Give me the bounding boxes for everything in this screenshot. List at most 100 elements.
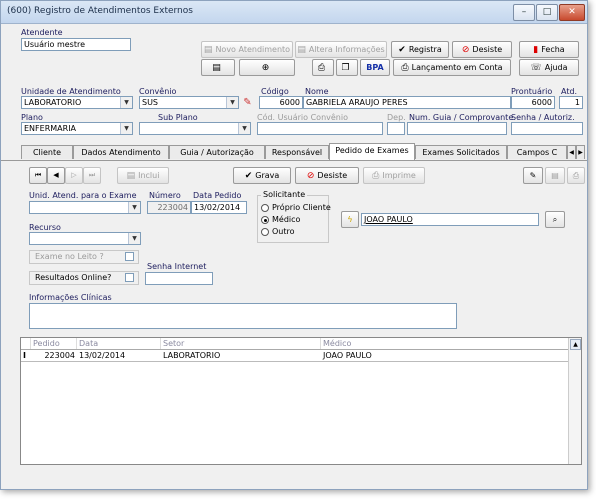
- flash-button[interactable]: ϟ: [341, 211, 359, 228]
- scroll-up-icon[interactable]: ▲: [570, 339, 581, 350]
- resultados-online-checkbox[interactable]: [125, 273, 134, 282]
- chevron-down-icon: ▼: [120, 123, 132, 134]
- plano-select[interactable]: ENFERMARIA ▼: [21, 122, 133, 135]
- tab-pedido-de-exames[interactable]: Pedido de Exames: [329, 143, 415, 160]
- nav-first-icon[interactable]: ⏮: [29, 167, 47, 184]
- radio-outro[interactable]: [261, 228, 269, 236]
- grava-button[interactable]: ✔ Grava: [233, 167, 291, 184]
- unidade-label: Unidade de Atendimento: [21, 87, 121, 96]
- codigo-field[interactable]: 6000: [259, 96, 303, 109]
- chevron-down-icon: ▼: [226, 97, 238, 108]
- tab-scroll-left-icon[interactable]: ◀: [567, 145, 576, 159]
- tab-cliente[interactable]: Cliente: [21, 145, 73, 159]
- doc-edit-icon: ▤: [297, 45, 306, 55]
- convenio-label: Convênio: [139, 87, 177, 96]
- printer-icon: ⎙: [401, 63, 409, 73]
- exame-no-leito-checkbox[interactable]: [125, 252, 134, 261]
- numero-field[interactable]: 223004: [147, 201, 191, 214]
- sign-button[interactable]: ✎: [523, 167, 543, 184]
- senha-internet-field[interactable]: [145, 272, 213, 285]
- grid-col-pedido[interactable]: Pedido: [31, 338, 77, 349]
- convenio-edit-icon[interactable]: ✎: [241, 96, 254, 109]
- check-icon: ✔: [244, 171, 253, 181]
- sub-plano-select[interactable]: ▼: [139, 122, 251, 135]
- doc-button[interactable]: ▤: [545, 167, 565, 184]
- imprime-button[interactable]: ⎙ Imprime: [363, 167, 425, 184]
- data-pedido-field[interactable]: 13/02/2014: [191, 201, 247, 214]
- atd-field[interactable]: 1: [559, 96, 583, 109]
- registra-button[interactable]: ✔ Registra: [391, 41, 449, 58]
- copy-button[interactable]: ❐: [336, 59, 358, 76]
- radio-medico[interactable]: [261, 216, 269, 224]
- solicitante-label: Solicitante: [261, 190, 308, 199]
- medico-field[interactable]: JOAO PAULO: [361, 213, 539, 226]
- grid-col-setor[interactable]: Setor: [161, 338, 321, 349]
- convenio-select[interactable]: SUS ▼: [139, 96, 239, 109]
- printer-icon: ⎙: [317, 63, 326, 73]
- printer-button[interactable]: ⎙: [567, 167, 585, 184]
- tab-responsavel[interactable]: Responsável: [265, 145, 329, 159]
- nav-last-icon[interactable]: ⏭: [83, 167, 101, 184]
- nome-field[interactable]: GABRIELA ARAUJO PERES: [303, 96, 511, 109]
- search-medico-button[interactable]: ⌕: [545, 211, 565, 228]
- tab-exames-solicitados[interactable]: Exames Solicitados: [415, 145, 507, 159]
- radio-proprio-cliente[interactable]: [261, 204, 269, 212]
- ajuda-button[interactable]: ☏ Ajuda: [519, 59, 579, 76]
- nav-next-icon[interactable]: ▷: [65, 167, 83, 184]
- print-button[interactable]: ⎙: [312, 59, 334, 76]
- cod-usuario-field[interactable]: [257, 122, 383, 135]
- informacoes-clinicas-field[interactable]: [29, 303, 457, 329]
- grid-col-data[interactable]: Data: [77, 338, 161, 349]
- desiste-button[interactable]: ⊘ Desiste: [452, 41, 512, 58]
- numero-label: Número: [149, 191, 181, 200]
- close-button[interactable]: ✕: [559, 4, 585, 21]
- minimize-button[interactable]: –: [513, 4, 535, 21]
- zoom-button[interactable]: ⊕: [239, 59, 295, 76]
- altera-informacoes-button[interactable]: ▤ Altera Informações: [295, 41, 387, 58]
- title-bar: (600) Registro de Atendimentos Externos …: [1, 1, 587, 24]
- grid-scrollbar[interactable]: ▲: [568, 338, 581, 464]
- tab-dados-atendimento[interactable]: Dados Atendimento: [73, 145, 169, 159]
- bpa-button[interactable]: BPA: [360, 59, 390, 76]
- copy-icon: ❐: [341, 63, 350, 73]
- pedido-desiste-button[interactable]: ⊘ Desiste: [295, 167, 359, 184]
- chevron-down-icon: ▼: [238, 123, 250, 134]
- pedidos-grid: Pedido Data Setor Médico I 223004 13/02/…: [20, 337, 582, 465]
- printer-icon: ⎙: [572, 171, 580, 180]
- atendente-field[interactable]: Usuário mestre: [21, 38, 131, 51]
- prontuario-field[interactable]: 6000: [511, 96, 555, 109]
- fecha-button[interactable]: ▮ Fecha: [519, 41, 579, 58]
- num-guia-field[interactable]: [407, 122, 507, 135]
- unidade-select[interactable]: LABORATORIO ▼: [21, 96, 133, 109]
- lancamento-em-conta-button[interactable]: ⎙ Lançamento em Conta: [393, 59, 511, 76]
- cell-medico: JOAO PAULO: [323, 351, 372, 360]
- senha-autoriz-field[interactable]: [511, 122, 583, 135]
- tab-campos-c[interactable]: Campos C: [507, 145, 567, 159]
- stop-icon: ⊘: [461, 45, 470, 55]
- flash-icon: ϟ: [347, 215, 353, 224]
- dep-field[interactable]: [387, 122, 405, 135]
- tab-guia-autorizacao[interactable]: Guia / Autorização: [169, 145, 265, 159]
- sign-icon: ✎: [529, 171, 537, 180]
- cell-pedido: 223004: [44, 351, 75, 360]
- tab-scroll-right-icon[interactable]: ▶: [576, 145, 585, 159]
- chevron-down-icon: ▼: [128, 202, 140, 213]
- grid-indicator-header: [21, 338, 31, 349]
- notes-button[interactable]: ▤: [201, 59, 235, 76]
- codigo-label: Código: [261, 87, 289, 96]
- table-row[interactable]: I 223004 13/02/2014 LABORATORIO JOAO PAU…: [21, 350, 569, 362]
- maximize-button[interactable]: □: [536, 4, 558, 21]
- recurso-select[interactable]: ▼: [29, 232, 141, 245]
- recurso-label: Recurso: [29, 223, 61, 232]
- nav-prev-icon[interactable]: ◀: [47, 167, 65, 184]
- novo-atendimento-button[interactable]: ▤ Novo Atendimento: [201, 41, 293, 58]
- doc-icon: ▤: [126, 171, 136, 181]
- sub-plano-label: Sub Plano: [158, 113, 198, 122]
- nome-label: Nome: [305, 87, 329, 96]
- grid-col-medico[interactable]: Médico: [321, 338, 569, 349]
- stop-icon: ⊘: [306, 171, 315, 181]
- unid-exame-select[interactable]: ▼: [29, 201, 141, 214]
- plano-label: Plano: [21, 113, 43, 122]
- inclui-button[interactable]: ▤ Inclui: [117, 167, 169, 184]
- window-title: (600) Registro de Atendimentos Externos: [7, 6, 193, 16]
